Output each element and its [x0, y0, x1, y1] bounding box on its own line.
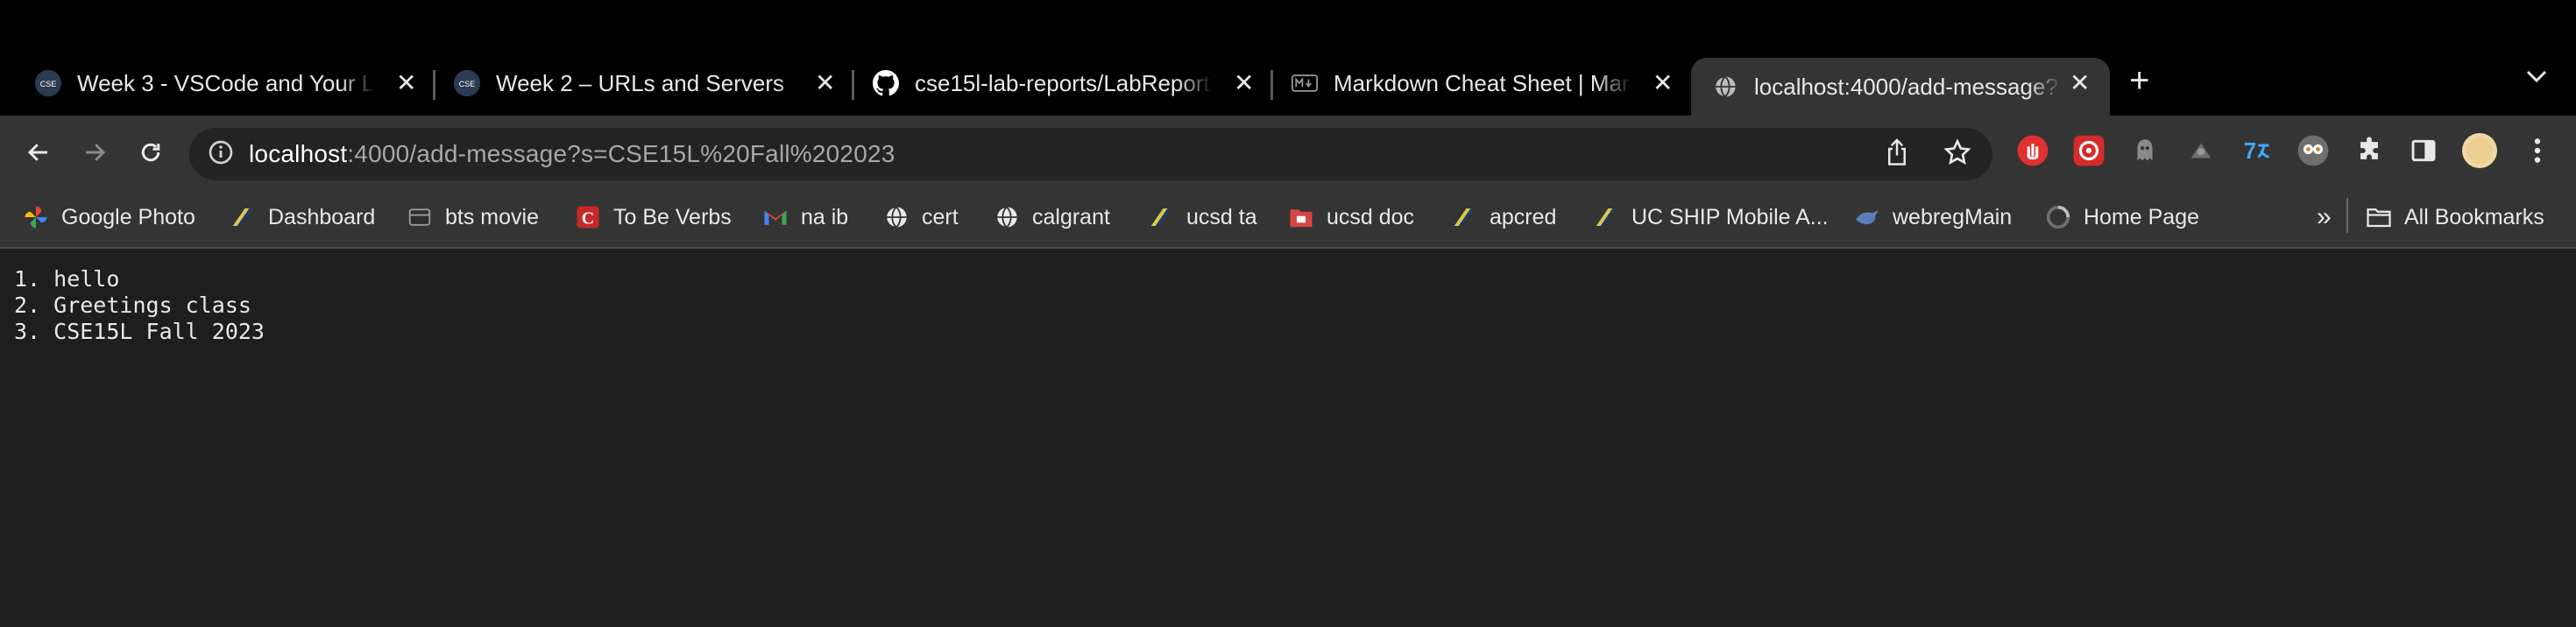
- gray-extension-icon[interactable]: [2183, 133, 2219, 168]
- bookmark-google-photo[interactable]: Google Photo: [23, 200, 195, 235]
- browser-chrome: CSE Week 3 - VSCode and Your Lo ✕ CSE We…: [0, 0, 2576, 249]
- all-bookmarks-label: All Bookmarks: [2404, 204, 2544, 229]
- bookmark-bts-movie[interactable]: bts movie: [407, 200, 539, 235]
- message-line: 1. hello: [14, 266, 120, 292]
- more-bookmarks-button[interactable]: »: [2317, 200, 2332, 235]
- all-bookmarks-button[interactable]: All Bookmarks: [2366, 200, 2544, 235]
- bookmark-cert[interactable]: cert: [883, 200, 959, 235]
- message-list: 1. hello 2. Greetings class 3. CSE15L Fa…: [14, 266, 265, 345]
- close-icon[interactable]: ✕: [396, 68, 416, 97]
- new-tab-button[interactable]: +: [2129, 61, 2149, 101]
- bookmark-star-icon[interactable]: [1943, 138, 1971, 171]
- bookmarks-bar: Google Photo Dashboard bts movie C To Be…: [0, 187, 2576, 249]
- bookmark-label: Google Photo: [61, 204, 195, 229]
- bookmark-na-ib[interactable]: na ib: [762, 200, 848, 235]
- close-icon[interactable]: ✕: [1652, 68, 1673, 97]
- tab-title: Week 2 – URLs and Servers: [496, 69, 811, 97]
- tab-week3[interactable]: CSE Week 3 - VSCode and Your Lo ✕: [0, 58, 429, 109]
- svg-text:CSE: CSE: [40, 80, 57, 88]
- bookmarks-separator: [2346, 198, 2348, 233]
- bookmark-label: Dashboard: [268, 204, 376, 229]
- svg-text:CSE: CSE: [459, 80, 476, 88]
- reload-icon[interactable]: [131, 133, 170, 172]
- bookmark-label: ucsd doc: [1327, 204, 1415, 229]
- github-icon: [873, 70, 899, 96]
- bookmark-label: To Be Verbs: [613, 204, 732, 229]
- address-url[interactable]: localhost:4000/add-message?s=CSE15L%20Fa…: [249, 140, 895, 168]
- bookmark-label: UC SHIP Mobile A...: [1631, 204, 1829, 229]
- loading-icon: [2045, 204, 2071, 230]
- bookmark-label: webregMain: [1893, 204, 2013, 229]
- folder-red-icon: [1288, 204, 1314, 230]
- film-icon: [407, 204, 433, 230]
- bookmark-apcred[interactable]: apcred: [1451, 200, 1556, 235]
- bookmark-label: apcred: [1490, 204, 1557, 229]
- side-panel-icon[interactable]: [2406, 133, 2441, 168]
- message-line: 3. CSE15L Fall 2023: [14, 319, 265, 344]
- message-line: 2. Greetings class: [14, 292, 251, 318]
- cse-icon: CSE: [35, 70, 61, 96]
- tab-strip: CSE Week 3 - VSCode and Your Lo ✕ CSE We…: [0, 0, 2576, 116]
- tab-github[interactable]: cse15l-lab-reports/LabReport ✕: [838, 58, 1256, 109]
- gmail-icon: [762, 204, 789, 230]
- tab-title: cse15l-lab-reports/LabReport: [915, 69, 1213, 97]
- close-icon[interactable]: ✕: [815, 68, 835, 97]
- markdown-icon: [1292, 70, 1318, 96]
- address-path: :4000/add-message?s=CSE15L%20Fall%202023: [347, 140, 895, 167]
- svg-text:C: C: [582, 209, 594, 229]
- tab-title: Week 3 - VSCode and Your Lo: [77, 69, 375, 97]
- cse-icon: CSE: [454, 70, 480, 96]
- avatar[interactable]: [2462, 133, 2497, 168]
- bookmark-ucsd-ta[interactable]: ucsd ta: [1148, 200, 1257, 235]
- bookmark-home-page[interactable]: Home Page: [2045, 200, 2199, 235]
- close-icon[interactable]: ✕: [2070, 68, 2090, 97]
- more-menu-icon[interactable]: [2520, 133, 2555, 168]
- bookmark-ucsd-doc[interactable]: ucsd doc: [1288, 200, 1414, 235]
- page-content: 1. hello 2. Greetings class 3. CSE15L Fa…: [0, 249, 2576, 627]
- c-logo-icon: C: [575, 204, 601, 230]
- bookmark-calgrant[interactable]: calgrant: [994, 200, 1110, 235]
- globe-icon: [994, 204, 1020, 230]
- bookmark-label: calgrant: [1032, 204, 1110, 229]
- owl-extension-icon[interactable]: [2296, 133, 2331, 168]
- folder-icon: [2366, 204, 2392, 230]
- dashboard-icon: [230, 204, 256, 230]
- ghost-extension-icon[interactable]: [2127, 133, 2162, 168]
- site-info-icon[interactable]: [207, 138, 235, 171]
- bookmark-label: cert: [922, 204, 959, 229]
- ucsd-icon: [1451, 204, 1477, 230]
- puzzle-extensions-icon[interactable]: [2352, 133, 2387, 168]
- address-host: localhost: [249, 140, 348, 167]
- globe-icon: [883, 204, 909, 230]
- bookmark-label: ucsd ta: [1186, 204, 1257, 229]
- bookmark-label: bts movie: [445, 204, 539, 229]
- tab-search-chevron-down-icon[interactable]: [2525, 68, 2548, 88]
- ucsd-icon: [1593, 204, 1619, 230]
- translate-extension-icon[interactable]: 7: [2240, 133, 2275, 168]
- tab-title: Markdown Cheat Sheet | Mark: [1334, 69, 1631, 97]
- svg-text:7: 7: [2244, 139, 2256, 164]
- tab-localhost-active[interactable]: localhost:4000/add-message? ✕: [1691, 58, 2110, 116]
- tab-title: localhost:4000/add-message?: [1754, 73, 2063, 101]
- tab-markdown[interactable]: Markdown Cheat Sheet | Mark ✕: [1256, 58, 1675, 109]
- globe-icon: [1712, 74, 1738, 100]
- address-bar[interactable]: localhost:4000/add-message?s=CSE15L%20Fa…: [189, 128, 1992, 180]
- bookmark-dashboard[interactable]: Dashboard: [230, 200, 375, 235]
- bookmark-to-be-verbs[interactable]: C To Be Verbs: [575, 200, 732, 235]
- record-extension-icon[interactable]: [2071, 133, 2106, 168]
- close-icon[interactable]: ✕: [1234, 68, 1254, 97]
- bookmark-label: na ib: [801, 204, 849, 229]
- bookmark-webregmain[interactable]: webregMain: [1854, 200, 2012, 235]
- tab-week2[interactable]: CSE Week 2 – URLs and Servers ✕: [419, 58, 839, 109]
- bookmark-label: Home Page: [2084, 204, 2200, 229]
- back-arrow-icon[interactable]: [19, 133, 58, 172]
- webreg-icon: [1854, 204, 1880, 230]
- share-icon[interactable]: [1884, 138, 1910, 173]
- bookmark-uc-ship[interactable]: UC SHIP Mobile A...: [1593, 200, 1829, 235]
- stop-hand-extension-icon[interactable]: [2015, 133, 2050, 168]
- ucsd-icon: [1148, 204, 1174, 230]
- forward-arrow-icon[interactable]: [75, 133, 114, 172]
- google-photos-icon: [23, 204, 49, 230]
